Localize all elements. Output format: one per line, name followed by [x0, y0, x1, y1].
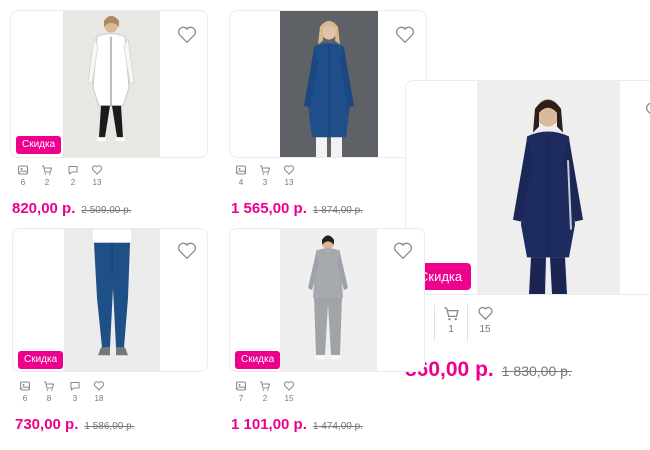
stat-likes: 15 [278, 380, 300, 403]
image-icon [18, 165, 28, 175]
stat-value: 2 [70, 178, 76, 187]
favorite-heart-icon[interactable] [644, 100, 650, 122]
cart-icon [443, 307, 459, 321]
stat-value: 6 [20, 178, 26, 187]
product-stats: 4 3 13 [230, 164, 300, 187]
stat-value: 1 [448, 324, 454, 335]
product-stats: 7 2 15 [230, 380, 300, 403]
stat-likes: 13 [86, 164, 108, 187]
comment-icon [70, 382, 80, 392]
stat-cart: 8 [36, 380, 62, 403]
product-photo[interactable] [280, 229, 377, 371]
product-stats: 1 15 [434, 305, 502, 341]
heart-icon [477, 306, 493, 321]
favorite-heart-icon[interactable] [394, 24, 416, 46]
product-price: 1 565,00 р. 1 874,00 р. [231, 200, 363, 217]
discount-badge[interactable]: Скидка [16, 136, 62, 154]
stat-cart: 1 [434, 305, 468, 335]
heart-icon [93, 381, 105, 391]
stat-photos: 6 [14, 380, 36, 403]
heart-icon [283, 165, 295, 175]
image-icon [236, 381, 246, 391]
product-price: 820,00 р. 2 509,00 р. [12, 200, 131, 217]
stat-value: 3 [72, 394, 78, 403]
product-photo[interactable] [477, 81, 620, 294]
stat-value: 18 [94, 394, 104, 403]
favorite-heart-icon[interactable] [176, 24, 198, 46]
favorite-heart-icon[interactable] [392, 240, 414, 262]
product-price: 1 101,00 р. 1 474,00 р. [231, 416, 363, 433]
stat-value: 7 [238, 394, 244, 403]
product-photo[interactable] [280, 11, 378, 157]
stat-likes: 18 [88, 380, 110, 403]
stat-value: 3 [262, 178, 268, 187]
stat-value: 13 [284, 178, 294, 187]
old-price: 1 874,00 р. [312, 205, 363, 216]
old-price: 1 474,00 р. [312, 421, 363, 432]
stat-value: 13 [92, 178, 102, 187]
stat-value: 8 [46, 394, 52, 403]
current-price: 1 565,00 р. [231, 200, 307, 217]
product-price: 860,00 р. 1 830,00 р. [405, 358, 572, 382]
product-image-frame[interactable] [229, 10, 427, 158]
cart-icon [42, 165, 53, 175]
product-photo[interactable] [63, 11, 160, 157]
stat-photos: 6 [12, 164, 34, 187]
current-price: 820,00 р. [12, 200, 76, 217]
stat-value: 4 [238, 178, 244, 187]
stat-photos: 7 [230, 380, 252, 403]
stat-likes: 15 [468, 305, 502, 335]
stat-cart: 2 [252, 380, 278, 403]
product-stats: 6 8 3 18 [14, 380, 110, 403]
old-price: 1 586,00 р. [84, 421, 135, 432]
image-icon [236, 165, 246, 175]
cart-icon [260, 165, 271, 175]
current-price: 1 101,00 р. [231, 416, 307, 433]
stat-comments: 2 [60, 164, 86, 187]
discount-badge[interactable]: Скидка [235, 351, 281, 369]
discount-badge[interactable]: Скидка [18, 351, 64, 369]
stat-comments: 3 [62, 380, 88, 403]
stat-cart: 2 [34, 164, 60, 187]
cart-icon [260, 381, 271, 391]
product-photo[interactable] [64, 229, 160, 371]
stat-cart: 3 [252, 164, 278, 187]
comment-icon [68, 166, 78, 176]
stat-value: 2 [44, 178, 50, 187]
old-price: 2 509,00 р. [81, 205, 132, 216]
product-stats: 6 2 2 13 [12, 164, 108, 187]
stat-value: 15 [479, 324, 491, 335]
favorite-heart-icon[interactable] [176, 240, 198, 262]
heart-icon [283, 381, 295, 391]
stat-value: 15 [284, 394, 294, 403]
stat-photos: 4 [230, 164, 252, 187]
product-price: 730,00 р. 1 586,00 р. [15, 416, 134, 433]
old-price: 1 830,00 р. [501, 363, 572, 379]
stat-likes: 13 [278, 164, 300, 187]
stat-value: 6 [22, 394, 28, 403]
heart-icon [91, 165, 103, 175]
current-price: 730,00 р. [15, 416, 79, 433]
cart-icon [44, 381, 55, 391]
image-icon [20, 381, 30, 391]
stat-value: 2 [262, 394, 268, 403]
